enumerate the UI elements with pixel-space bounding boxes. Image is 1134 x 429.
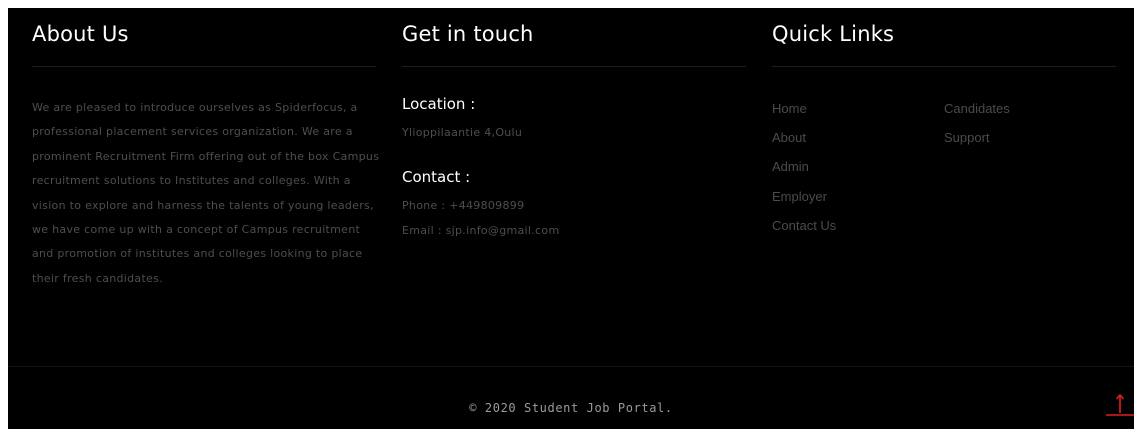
location-value: Ylioppilaantie 4,Oulu [402, 126, 523, 139]
link-contact-us[interactable]: Contact Us [772, 218, 836, 233]
contact-heading: Contact : [402, 168, 471, 186]
quick-links-title: Quick Links [772, 22, 895, 46]
about-title: About Us [32, 22, 129, 46]
link-candidates[interactable]: Candidates [944, 101, 1010, 116]
link-support[interactable]: Support [944, 130, 990, 145]
phone-number: Phone : +449809899 [402, 199, 525, 212]
contact-title: Get in touch [402, 22, 534, 46]
site-footer: About Us We are pleased to introduce our… [8, 8, 1134, 429]
link-home[interactable]: Home [772, 101, 807, 116]
copyright-text: © 2020 Student Job Portal. [469, 401, 673, 415]
link-about[interactable]: About [772, 130, 806, 145]
footer-bottom-divider [8, 366, 1134, 367]
link-admin[interactable]: Admin [772, 159, 809, 174]
back-to-top-button[interactable] [1104, 386, 1134, 416]
quick-links-divider [772, 66, 1116, 67]
email-address: Email : sjp.info@gmail.com [402, 224, 560, 237]
contact-divider [402, 66, 746, 67]
about-text: We are pleased to introduce ourselves as… [32, 101, 380, 285]
location-heading: Location : [402, 95, 476, 113]
arrow-up-icon [1106, 393, 1134, 416]
about-divider [32, 66, 376, 67]
link-employer[interactable]: Employer [772, 189, 827, 204]
